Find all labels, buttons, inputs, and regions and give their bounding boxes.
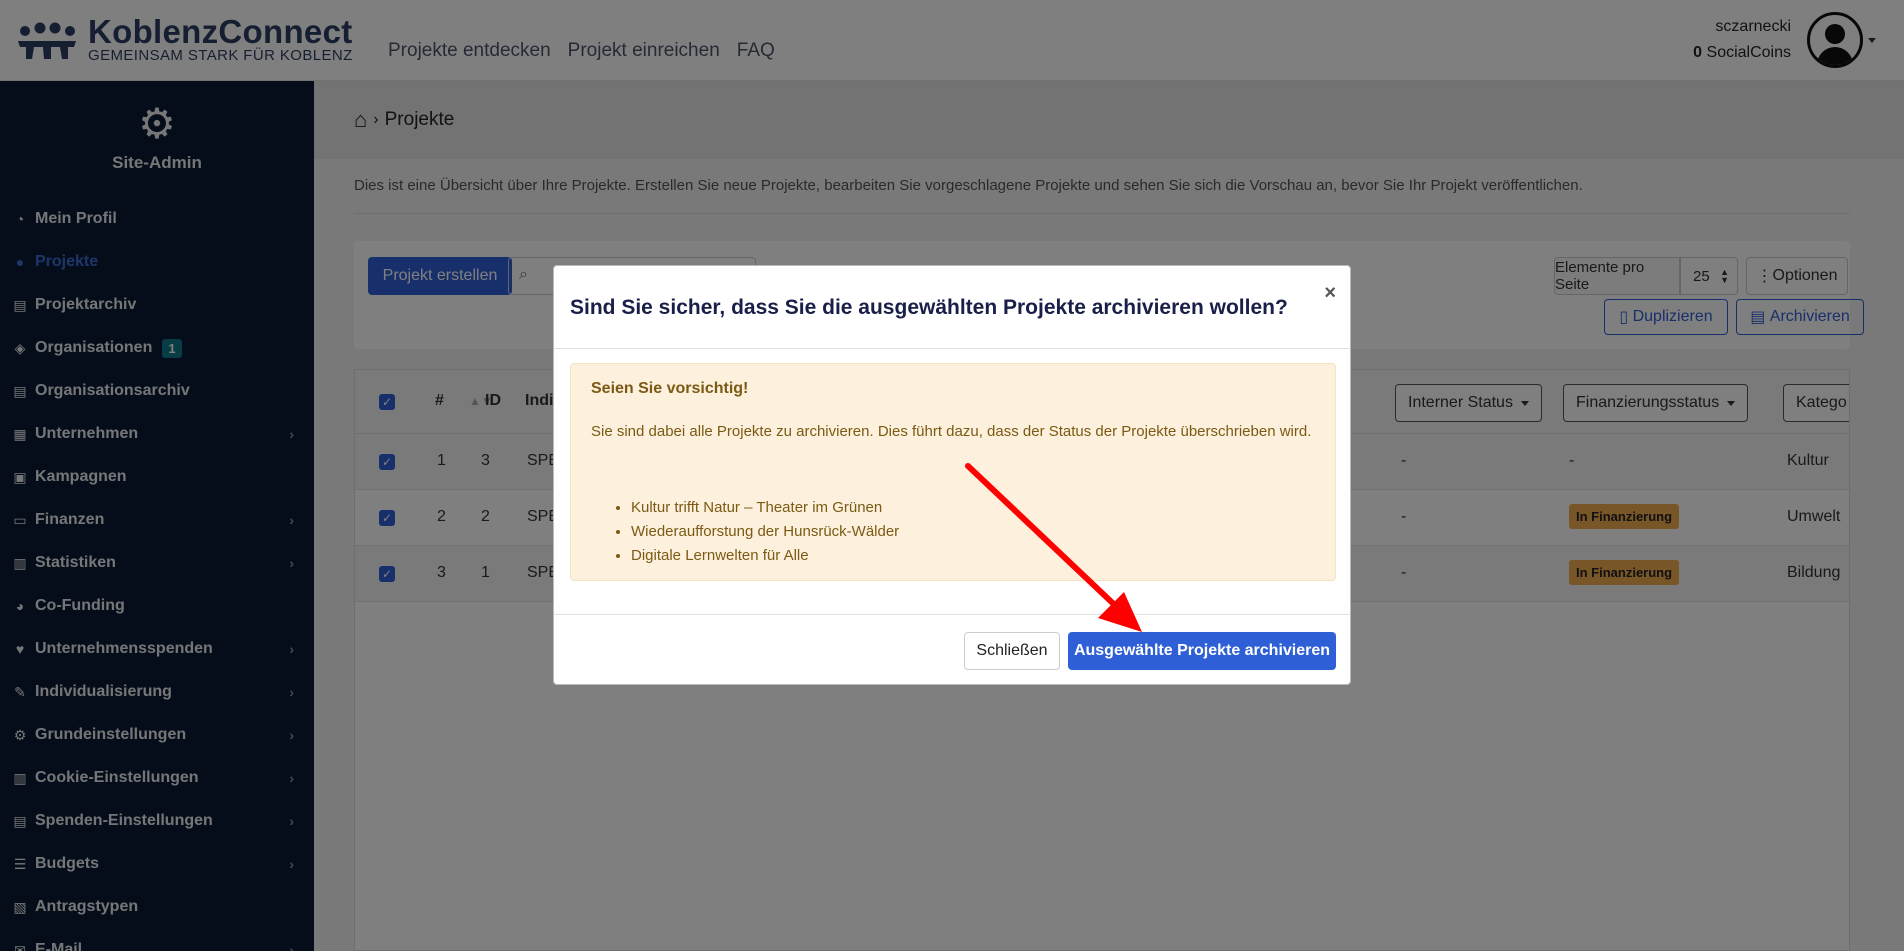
divider (554, 614, 1350, 615)
confirm-archive-button[interactable]: Ausgewählte Projekte archivieren (1068, 632, 1336, 670)
modal-title: Sind Sie sicher, dass Sie die ausgewählt… (570, 296, 1288, 319)
list-item: Wiederaufforstung der Hunsrück-Wälder (631, 520, 899, 544)
close-icon[interactable]: × (1324, 282, 1336, 305)
alert-text: Sie sind dabei alle Projekte zu archivie… (591, 423, 1312, 440)
archive-confirm-modal: Sind Sie sicher, dass Sie die ausgewählt… (553, 265, 1351, 685)
warning-alert: Seien Sie vorsichtig! Sie sind dabei all… (570, 363, 1336, 581)
list-item: Kultur trifft Natur – Theater im Grünen (631, 496, 899, 520)
project-list: Kultur trifft Natur – Theater im Grünen … (631, 496, 899, 568)
close-button[interactable]: Schließen (964, 632, 1060, 670)
alert-title: Seien Sie vorsichtig! (591, 380, 749, 397)
list-item: Digitale Lernwelten für Alle (631, 544, 899, 568)
divider (554, 348, 1350, 349)
